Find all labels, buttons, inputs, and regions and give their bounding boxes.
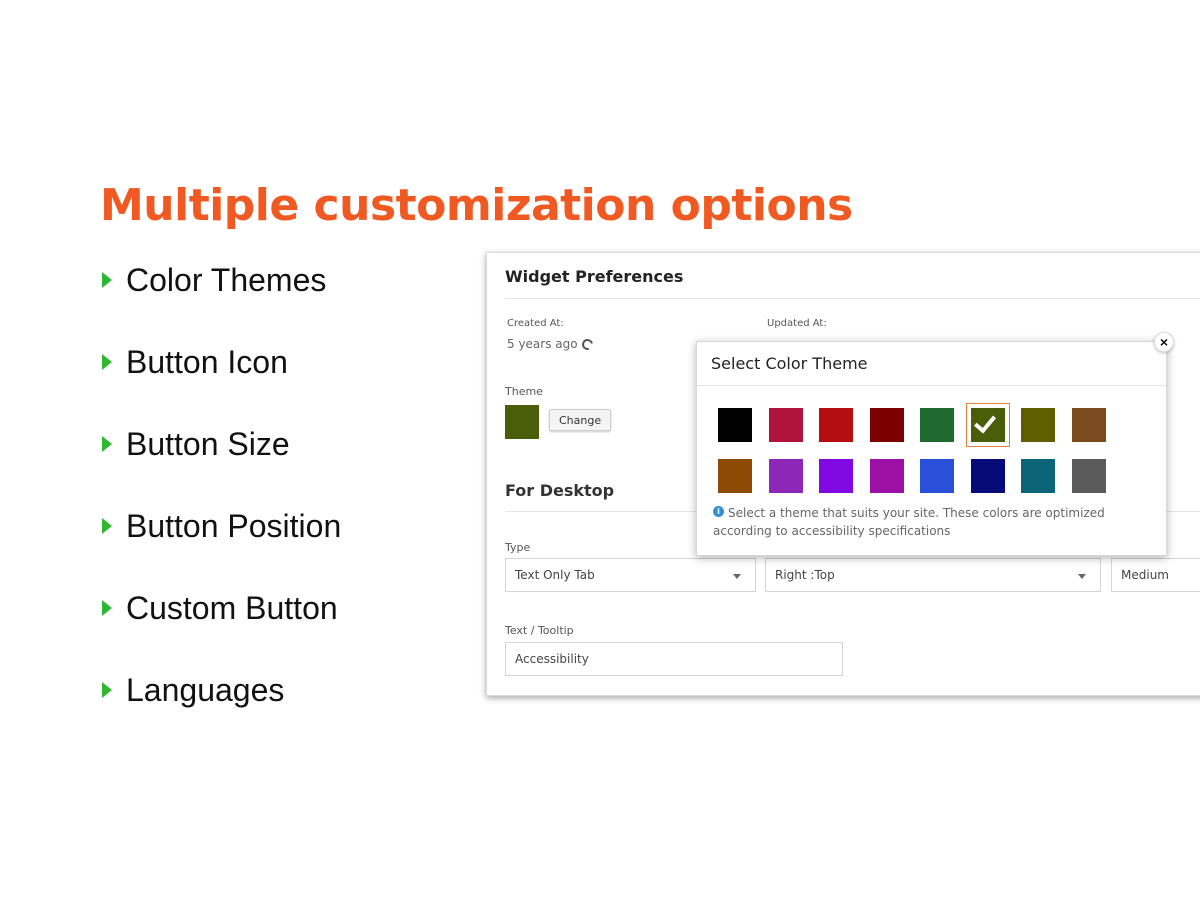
color-swatch[interactable] (1071, 459, 1106, 493)
close-button[interactable]: × (1154, 332, 1174, 352)
color-theme-popup: Select Color Theme i Select a theme that… (696, 341, 1167, 556)
feature-item: Button Size (100, 422, 341, 504)
feature-label: Button Icon (126, 344, 288, 380)
headline: Multiple customization options (100, 180, 853, 231)
desktop-section-title: For Desktop (505, 481, 615, 500)
color-swatch[interactable] (1021, 408, 1055, 442)
type-select-value: Text Only Tab (515, 568, 595, 582)
color-swatch[interactable] (965, 403, 1010, 447)
created-at-value: 5 years ago (507, 336, 595, 352)
size-select[interactable]: Medium (1111, 558, 1200, 592)
panel-title: Widget Preferences (505, 267, 684, 286)
created-at-text: 5 years ago (507, 337, 578, 351)
type-select[interactable]: Text Only Tab (505, 558, 756, 592)
feature-item: Button Icon (100, 340, 341, 422)
updated-at-label: Updated At: (767, 318, 827, 329)
checkmark-icon (973, 410, 996, 434)
color-swatch[interactable] (920, 459, 954, 493)
color-swatch[interactable] (1071, 408, 1106, 442)
chevron-down-icon (733, 574, 741, 579)
color-swatch[interactable] (819, 408, 853, 442)
color-swatch[interactable] (1021, 459, 1055, 493)
feature-label: Languages (126, 672, 285, 708)
feature-list: Color Themes Button Icon Button Size But… (100, 258, 341, 750)
position-select[interactable]: Right :Top (765, 558, 1101, 592)
type-label: Type (505, 541, 531, 554)
current-theme-swatch (505, 405, 539, 439)
feature-item: Languages (100, 668, 341, 750)
popup-title: Select Color Theme (711, 354, 868, 373)
feature-label: Custom Button (126, 590, 338, 626)
theme-label: Theme (505, 385, 543, 398)
color-swatch[interactable] (869, 459, 904, 493)
change-theme-button[interactable]: Change (549, 409, 612, 431)
feature-item: Color Themes (100, 258, 341, 340)
color-swatch[interactable] (869, 408, 904, 442)
color-swatch[interactable] (920, 408, 954, 442)
chevron-down-icon (1078, 574, 1086, 579)
tooltip-input[interactable]: Accessibility (505, 642, 843, 676)
size-select-value: Medium (1121, 568, 1169, 582)
color-swatch[interactable] (819, 459, 853, 493)
bullet-icon (102, 518, 112, 534)
info-text: Select a theme that suits your site. The… (713, 506, 1105, 538)
color-swatch[interactable] (970, 459, 1005, 493)
popup-divider (697, 385, 1166, 386)
color-swatch[interactable] (718, 459, 752, 493)
tooltip-label: Text / Tooltip (505, 624, 574, 637)
feature-label: Button Position (126, 508, 342, 544)
tooltip-input-value: Accessibility (515, 652, 589, 666)
bullet-icon (102, 354, 112, 370)
feature-label: Color Themes (126, 262, 327, 298)
color-swatch[interactable] (718, 408, 752, 442)
bullet-icon (102, 682, 112, 698)
bullet-icon (102, 600, 112, 616)
position-select-value: Right :Top (775, 568, 835, 582)
feature-item: Button Position (100, 504, 341, 586)
created-at-label: Created At: (507, 318, 564, 329)
bullet-icon (102, 436, 112, 452)
feature-label: Button Size (126, 426, 290, 462)
feature-item: Custom Button (100, 586, 341, 668)
color-swatch[interactable] (768, 459, 803, 493)
refresh-icon[interactable] (579, 336, 595, 352)
color-swatch[interactable] (768, 408, 803, 442)
bullet-icon (102, 272, 112, 288)
panel-divider (505, 298, 1200, 299)
